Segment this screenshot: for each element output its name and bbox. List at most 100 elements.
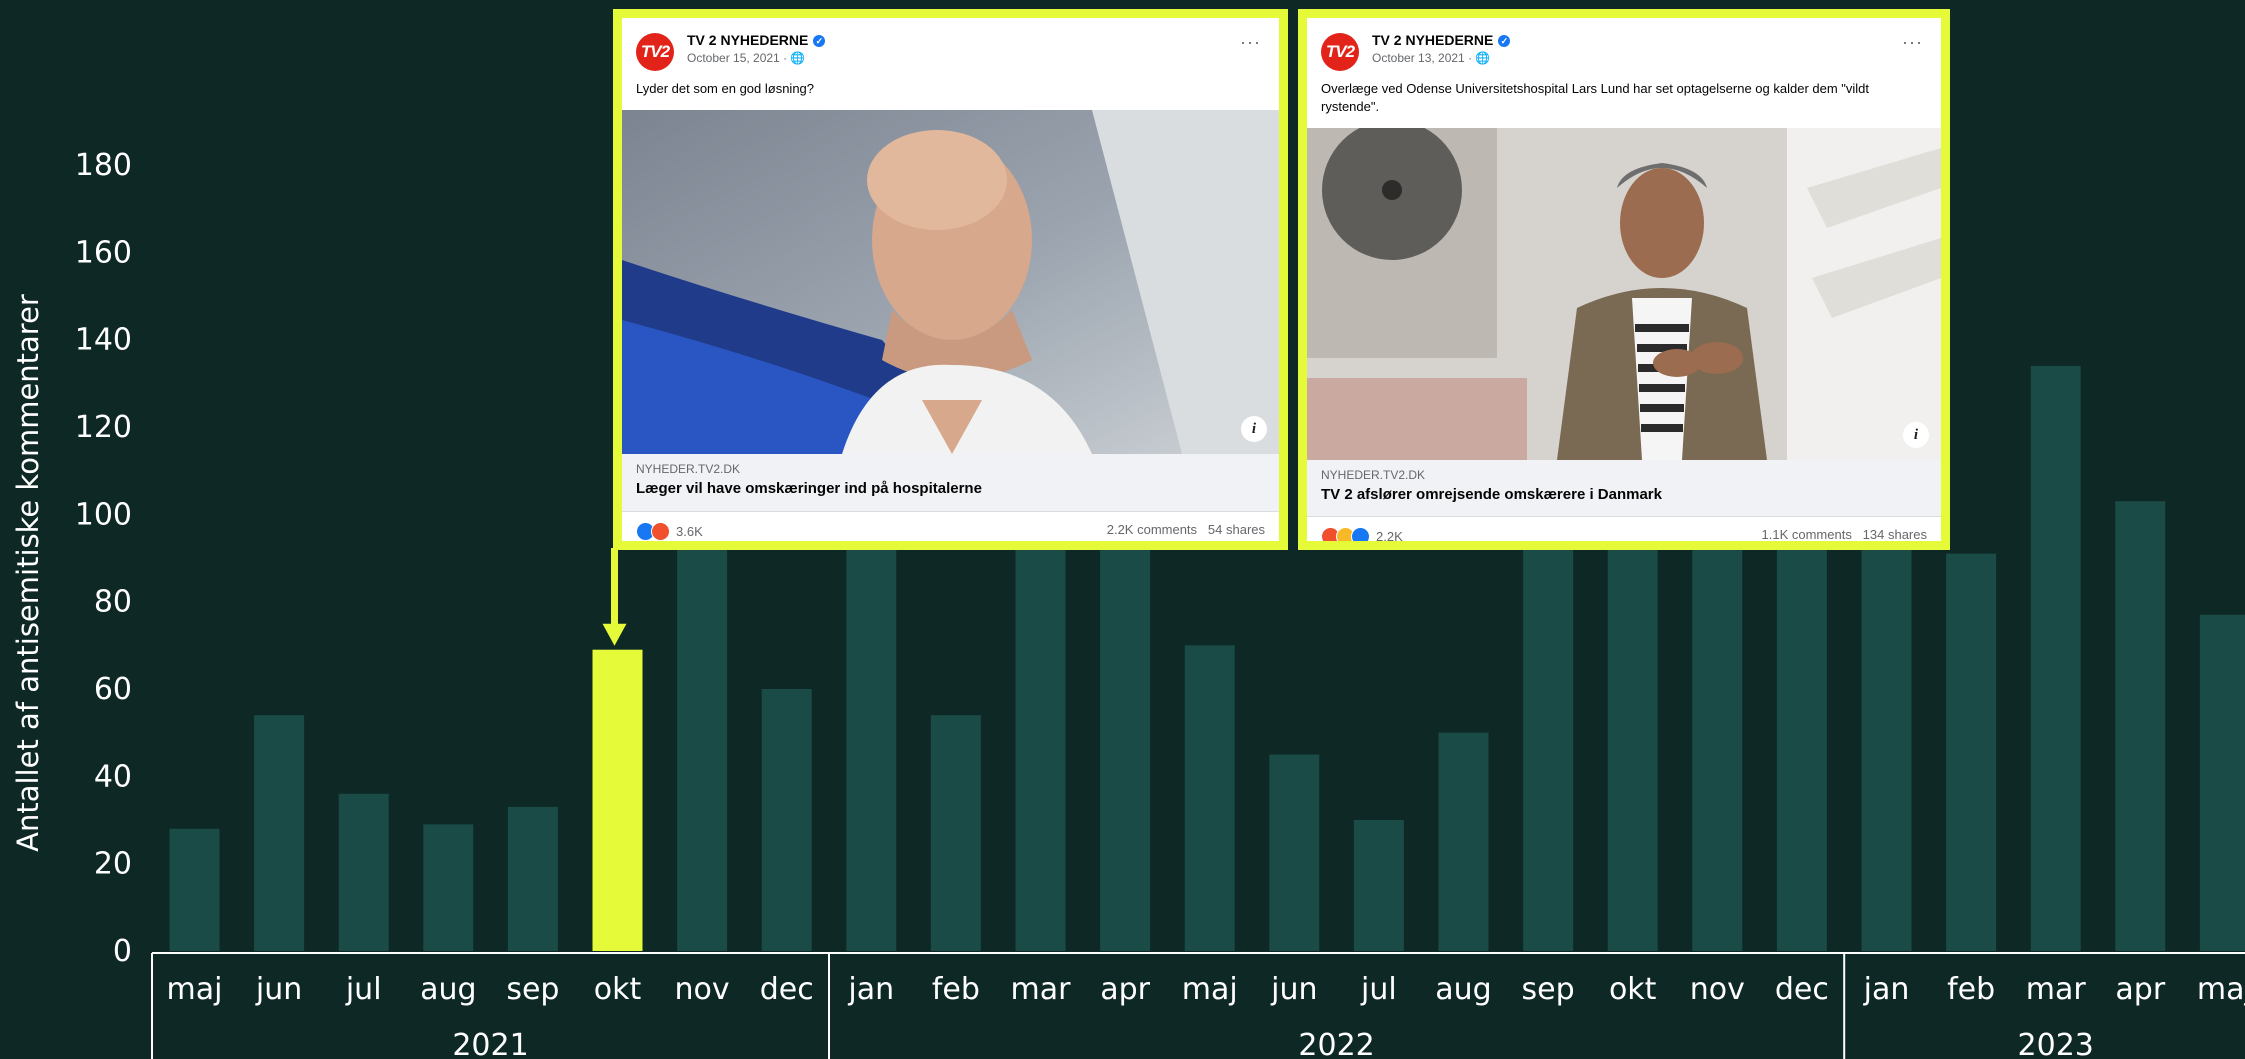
post-text: Overlæge ved Odense Universitetshospital…	[1321, 81, 1870, 114]
x-tick-label: jun	[255, 972, 302, 1007]
reactions[interactable]: 3.6K	[636, 522, 703, 541]
x-tick-label: mar	[2026, 972, 2087, 1007]
y-tick-label: 100	[75, 497, 132, 532]
facebook-post-card-1[interactable]: TV2 TV 2 NYHEDERNE ✓ October 15, 2021 · 🌐…	[613, 9, 1288, 550]
bar	[1776, 514, 1827, 951]
bar	[1438, 732, 1489, 951]
bar	[169, 828, 220, 951]
link-preview[interactable]: NYHEDER.TV2.DK TV 2 afslører omrejsende …	[1307, 460, 1941, 516]
bar	[1100, 514, 1151, 951]
bar	[1353, 820, 1404, 951]
bar	[930, 715, 981, 951]
link-domain: NYHEDER.TV2.DK	[636, 462, 741, 476]
bar-highlight	[592, 649, 643, 951]
comments-count[interactable]: 1.1K comments	[1762, 527, 1852, 541]
link-domain: NYHEDER.TV2.DK	[1321, 468, 1426, 482]
comments-count[interactable]: 2.2K comments	[1107, 522, 1197, 537]
bar	[507, 806, 558, 951]
y-tick-label: 0	[113, 934, 132, 969]
bar	[1015, 514, 1066, 951]
photo-man-room	[1307, 128, 1941, 460]
year-label: 2022	[1298, 1028, 1374, 1059]
bar	[2115, 501, 2166, 951]
info-icon[interactable]: i	[1903, 422, 1929, 448]
shares-count[interactable]: 54 shares	[1208, 522, 1265, 537]
verified-badge-icon: ✓	[1498, 35, 1511, 47]
page-name[interactable]: TV 2 NYHEDERNE ✓	[1372, 32, 1511, 48]
link-headline[interactable]: Læger vil have omskæringer ind på hospit…	[636, 480, 1265, 497]
post-header: TV2 TV 2 NYHEDERNE ✓ October 15, 2021 · 🌐…	[622, 18, 1279, 80]
year-label: 2021	[452, 1028, 528, 1059]
y-tick-label: 20	[94, 847, 132, 882]
x-tick-label: okt	[1609, 972, 1657, 1007]
shares-count[interactable]: 134 shares	[1863, 527, 1927, 541]
bar	[1607, 514, 1658, 951]
x-tick-label: aug	[1435, 972, 1491, 1007]
post-stats: 2.2K comments 54 shares	[1107, 522, 1265, 537]
post-header: TV2 TV 2 NYHEDERNE ✓ October 13, 2021 · 🌐…	[1307, 18, 1941, 80]
x-tick-label: nov	[675, 972, 730, 1007]
x-tick-label: maj	[1182, 972, 1238, 1007]
bar	[846, 514, 897, 951]
x-tick-label: apr	[1100, 972, 1150, 1007]
x-tick-label: jul	[345, 972, 382, 1007]
x-tick-label: jul	[1360, 972, 1397, 1007]
bar	[677, 514, 728, 951]
year-label: 2023	[2018, 1028, 2094, 1059]
x-tick-label: feb	[1947, 972, 1995, 1007]
info-icon[interactable]: i	[1241, 416, 1267, 442]
x-tick-label: jan	[847, 972, 894, 1007]
x-tick-label: apr	[2115, 972, 2165, 1007]
y-tick-label: 80	[94, 585, 132, 620]
more-options-icon[interactable]: ···	[1240, 32, 1261, 53]
x-tick-label: maj	[2197, 972, 2245, 1007]
reactions[interactable]: 2.2K	[1321, 527, 1403, 544]
post-image-man-hands[interactable]: i	[1307, 128, 1941, 460]
x-tick-label: dec	[760, 972, 814, 1007]
x-tick-label: okt	[594, 972, 642, 1007]
bar	[1861, 514, 1912, 951]
bar	[761, 689, 812, 951]
post-text: Lyder det som en god løsning?	[636, 81, 815, 96]
y-tick-label: 140	[75, 323, 132, 358]
x-tick-label: feb	[932, 972, 980, 1007]
post-footer: 2.2K 1.1K comments 134 shares	[1307, 516, 1941, 544]
x-tick-label: jan	[1863, 972, 1910, 1007]
bar	[254, 715, 305, 951]
link-headline[interactable]: TV 2 afslører omrejsende omskærere i Dan…	[1321, 486, 1927, 503]
x-tick-label: mar	[1011, 972, 1072, 1007]
bar	[1692, 514, 1743, 951]
bar	[338, 793, 389, 951]
link-preview[interactable]: NYHEDER.TV2.DK Læger vil have omskæringe…	[622, 454, 1279, 511]
x-tick-label: aug	[420, 972, 476, 1007]
bar	[2199, 614, 2245, 951]
x-tick-label: sep	[506, 972, 559, 1007]
y-axis-label: Antallet af antisemitiske kommentarer	[11, 294, 45, 852]
post-date[interactable]: October 15, 2021 · 🌐	[687, 51, 805, 65]
y-tick-label: 60	[94, 672, 132, 707]
globe-icon: 🌐	[790, 51, 806, 65]
x-tick-label: jun	[1270, 972, 1317, 1007]
x-tick-label: dec	[1775, 972, 1829, 1007]
more-options-icon[interactable]: ···	[1902, 32, 1923, 53]
reaction-count: 2.2K	[1376, 529, 1403, 544]
bar	[1269, 754, 1320, 951]
bar	[1184, 645, 1235, 951]
post-image-doctor[interactable]: i	[622, 110, 1279, 454]
tv2-logo[interactable]: TV2	[636, 33, 674, 71]
x-tick-label: maj	[167, 972, 223, 1007]
y-tick-label: 40	[94, 759, 132, 794]
page-name[interactable]: TV 2 NYHEDERNE ✓	[687, 32, 826, 48]
y-tick-label: 160	[75, 235, 132, 270]
post-footer: 3.6K 2.2K comments 54 shares	[622, 511, 1279, 541]
post-date[interactable]: October 13, 2021 · 🌐	[1372, 51, 1490, 65]
angry-reaction-icon	[651, 522, 670, 541]
globe-icon: 🌐	[1475, 51, 1491, 65]
photo-man-portrait	[622, 110, 1279, 454]
bar	[423, 824, 474, 951]
facebook-post-card-2[interactable]: TV2 TV 2 NYHEDERNE ✓ October 13, 2021 · 🌐…	[1298, 9, 1950, 550]
reaction-count: 3.6K	[676, 524, 703, 539]
like-reaction-icon	[1351, 527, 1370, 541]
bar	[1946, 553, 1997, 951]
tv2-logo[interactable]: TV2	[1321, 33, 1359, 71]
